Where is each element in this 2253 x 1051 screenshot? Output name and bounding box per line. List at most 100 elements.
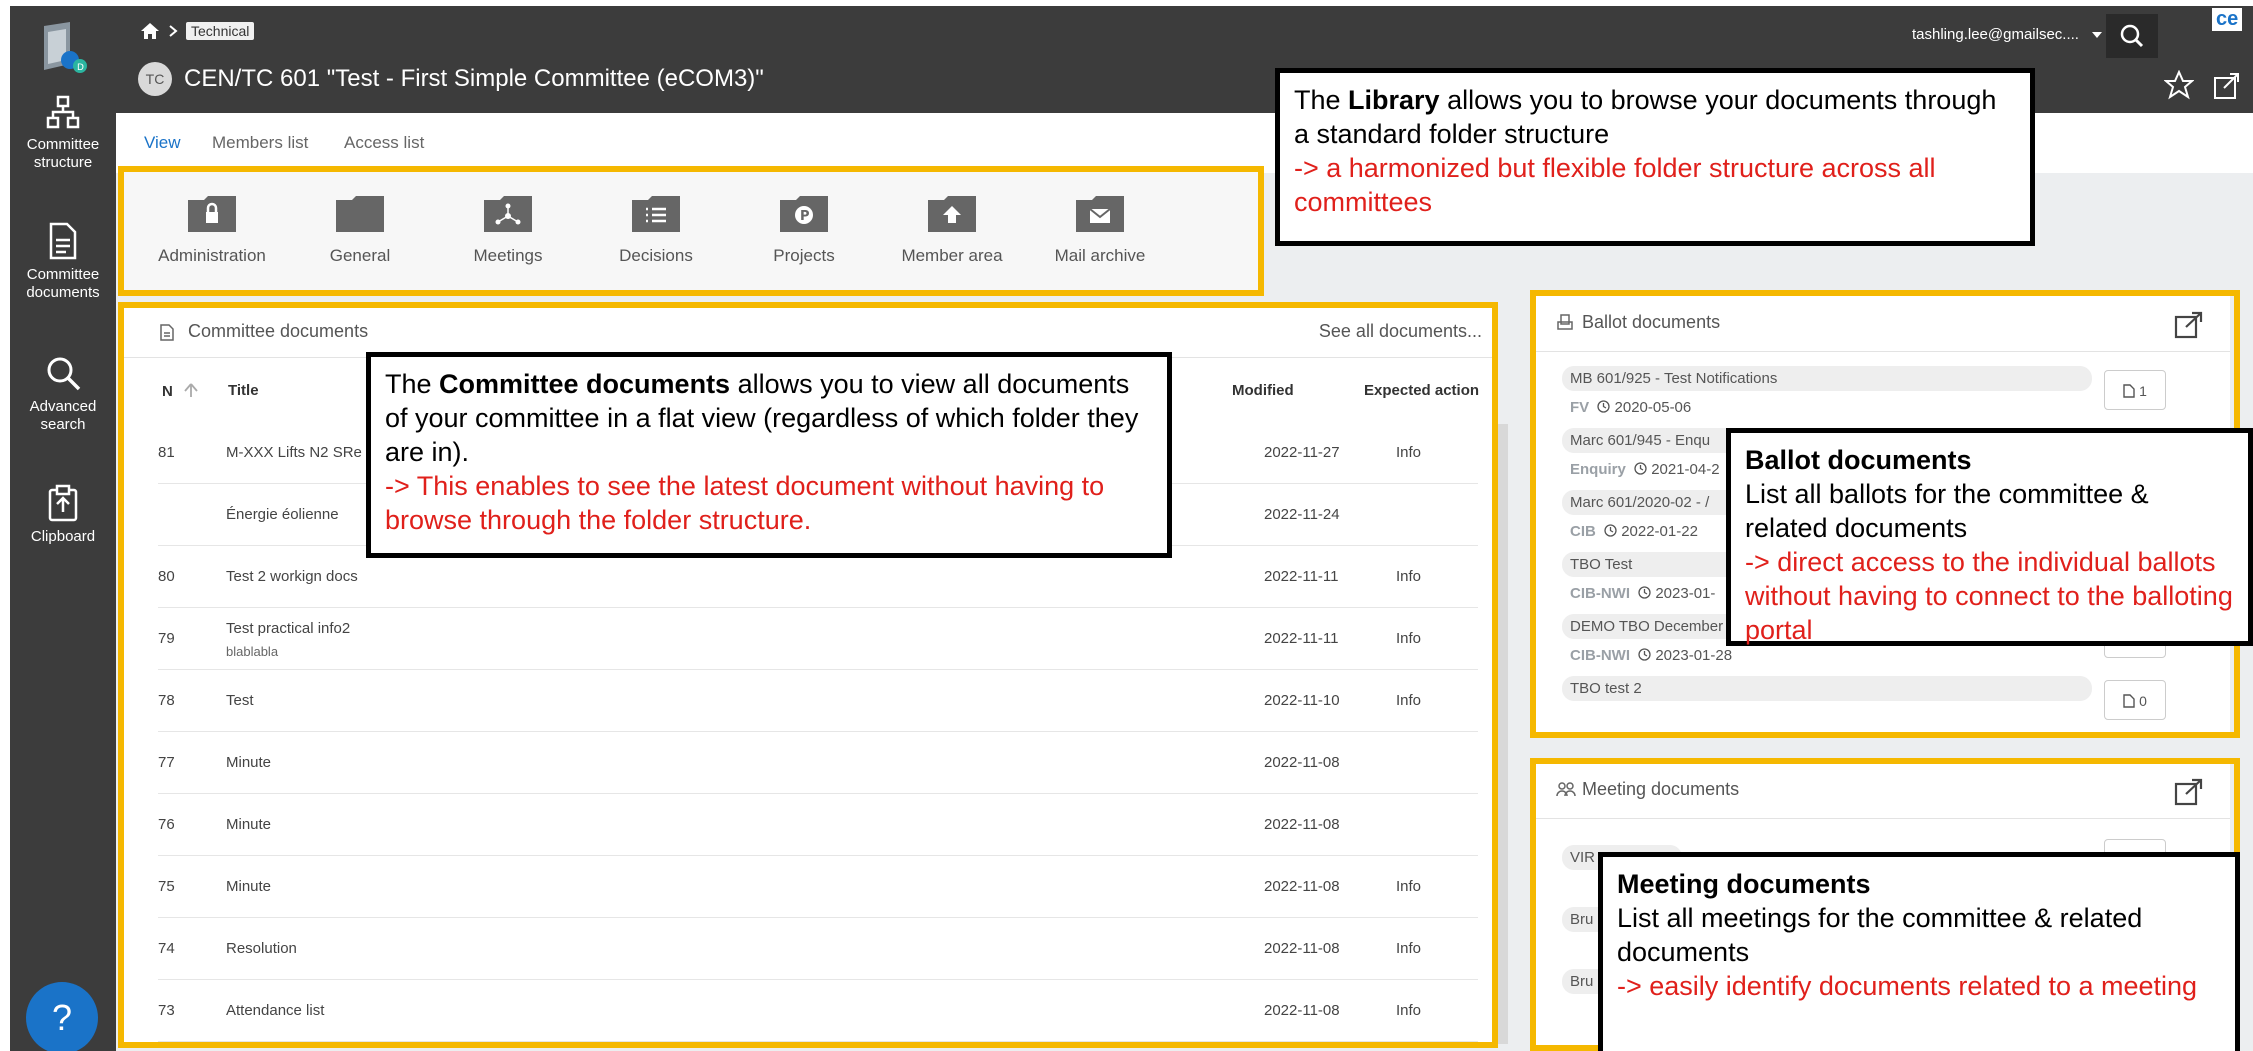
committee-documents-header: Committee documents See all documents... — [124, 306, 1492, 358]
table-row[interactable]: 79 Test practical info2 blablabla 2022-11-1… — [158, 608, 1478, 670]
tab-access-list[interactable]: Access list — [344, 133, 424, 153]
row-number: 77 — [158, 754, 175, 771]
app-logo-icon[interactable]: D — [36, 20, 88, 76]
svg-text:P: P — [800, 209, 810, 224]
ballot-document-count[interactable]: 1 — [2104, 370, 2166, 410]
ballot-type: CIB — [1570, 523, 1596, 540]
column-expected-action[interactable]: Expected action — [1364, 382, 1479, 399]
column-n-label: N — [162, 383, 173, 400]
sidebar-item-label: documents — [26, 284, 100, 301]
callout-text: The — [385, 369, 440, 399]
brand-logo: ce — [2212, 8, 2243, 31]
callout-text: The — [1294, 85, 1349, 115]
sitemap-icon — [46, 95, 80, 129]
library-panel: Administration General Meetings Decision… — [124, 168, 1262, 292]
tab-view[interactable]: View — [144, 133, 181, 153]
clock-icon — [1597, 400, 1610, 413]
p-folder-icon: P — [780, 196, 828, 232]
chevron-right-icon — [169, 25, 178, 37]
row-number: 78 — [158, 692, 175, 709]
ballot-type: CIB-NWI — [1570, 585, 1630, 602]
ballot-documents-header: Ballot documents — [1536, 296, 2230, 352]
library-folder-administration[interactable]: Administration — [142, 194, 282, 266]
sidebar-item-committee-structure[interactable]: Committee structure — [10, 94, 116, 172]
help-button[interactable]: ? — [26, 982, 98, 1051]
meeting-documents-title: Meeting documents — [1582, 779, 1740, 799]
svg-text:D: D — [77, 63, 84, 73]
callout-red-text: -> This enables to see the latest docume… — [385, 471, 1105, 535]
table-row[interactable]: 77 Minute 2022-11-08 — [158, 732, 1478, 794]
library-folder-projects[interactable]: P Projects — [734, 194, 874, 266]
ballot-item[interactable]: MB 601/925 - Test Notifications FV 2020-0… — [1562, 366, 2092, 416]
callout-text: List all ballots for the committee & rel… — [1745, 479, 2149, 543]
external-link-icon[interactable] — [2174, 310, 2204, 340]
row-title[interactable]: Minute — [226, 816, 271, 833]
committee-documents-callout: The Committee documents allows you to vi… — [366, 352, 1172, 558]
ballot-item[interactable]: TBO test 2 — [1562, 676, 2092, 701]
ballot-meta: CIB-NWI 2023-01-28 — [1562, 647, 2092, 664]
row-number: 80 — [158, 568, 175, 585]
row-title[interactable]: Test practical info2 — [226, 620, 350, 637]
clock-icon — [1634, 462, 1647, 475]
row-title[interactable]: M-XXX Lifts N2 SRe — [226, 444, 362, 461]
row-expected-action: Info — [1396, 692, 1422, 709]
top-search-button[interactable] — [2106, 14, 2158, 63]
library-folder-decisions[interactable]: Decisions — [586, 194, 726, 266]
library-folder-meetings[interactable]: Meetings — [438, 194, 578, 266]
row-modified: 2022-11-10 — [1264, 692, 1340, 709]
library-folder-label: Administration — [158, 246, 266, 265]
tab-members-list[interactable]: Members list — [212, 133, 308, 153]
column-modified[interactable]: Modified — [1232, 382, 1294, 399]
row-title[interactable]: Attendance list — [226, 1002, 324, 1019]
clock-icon — [1604, 524, 1617, 537]
library-folder-member-area[interactable]: Member area — [882, 194, 1022, 266]
row-title[interactable]: Test 2 workign docs — [226, 568, 358, 585]
documents-scrollbar[interactable] — [1494, 424, 1508, 1044]
row-title[interactable]: Énergie éolienne — [226, 506, 339, 523]
column-title[interactable]: Title — [228, 382, 259, 399]
left-sidebar: D Committee structure Committee document… — [10, 6, 116, 1051]
row-expected-action: Info — [1396, 1002, 1422, 1019]
row-title[interactable]: Minute — [226, 754, 271, 771]
callout-red-text: -> a harmonized but flexible folder stru… — [1294, 153, 1936, 217]
row-expected-action: Info — [1396, 444, 1422, 461]
clipboard-icon — [48, 484, 78, 522]
ballot-type: Enquiry — [1570, 461, 1626, 478]
row-subtitle: blablabla — [226, 644, 279, 659]
sidebar-item-committee-documents[interactable]: Committee documents — [10, 222, 116, 302]
document-icon — [160, 324, 174, 341]
user-menu[interactable]: tashling.lee@gmailsec.... — [1912, 26, 2103, 43]
table-row[interactable]: 76 Minute 2022-11-08 — [158, 794, 1478, 856]
row-title[interactable]: Minute — [226, 878, 271, 895]
ballot-date: 2021-04-2 — [1651, 461, 1720, 478]
row-expected-action: Info — [1396, 630, 1422, 647]
external-link-icon[interactable] — [2174, 777, 2204, 807]
library-folder-mail-archive[interactable]: Mail archive — [1030, 194, 1170, 266]
table-row[interactable]: 78 Test 2022-11-10 Info — [158, 670, 1478, 732]
see-all-documents-link[interactable]: See all documents... — [1319, 321, 1482, 342]
committee-title-text: CEN/TC 601 "Test - First Simple Committe… — [184, 65, 764, 92]
row-expected-action: Info — [1396, 940, 1422, 957]
row-title[interactable]: Resolution — [226, 940, 297, 957]
sidebar-item-advanced-search[interactable]: Advanced search — [10, 354, 116, 434]
library-folder-general[interactable]: General — [290, 194, 430, 266]
star-icon[interactable] — [2164, 70, 2194, 100]
table-row[interactable]: 74 Resolution 2022-11-08 Info — [158, 918, 1478, 980]
table-row[interactable]: 73 Attendance list 2022-11-08 Info — [158, 980, 1478, 1042]
sidebar-item-clipboard[interactable]: Clipboard — [10, 484, 116, 546]
breadcrumb-item-technical[interactable]: Technical — [186, 22, 255, 40]
meeting-documents-callout: Meeting documents List all meetings for … — [1598, 852, 2240, 1051]
row-modified: 2022-11-11 — [1264, 630, 1339, 647]
ballot-type: CIB-NWI — [1570, 647, 1630, 664]
home-icon[interactable] — [140, 22, 160, 40]
ballot-date: 2023-01- — [1655, 585, 1716, 602]
column-n[interactable]: N — [162, 382, 199, 400]
table-row[interactable]: 75 Minute 2022-11-08 Info — [158, 856, 1478, 918]
ballot-date: 2022-01-22 — [1621, 523, 1698, 540]
row-modified: 2022-11-08 — [1264, 940, 1340, 957]
ballot-document-count[interactable]: 0 — [2104, 680, 2166, 720]
ballot-documents-callout: Ballot documents List all ballots for th… — [1726, 428, 2253, 646]
share-icon[interactable] — [2212, 70, 2242, 100]
row-title[interactable]: Test — [226, 692, 254, 709]
ballot-meta: FV 2020-05-06 — [1562, 399, 2092, 416]
